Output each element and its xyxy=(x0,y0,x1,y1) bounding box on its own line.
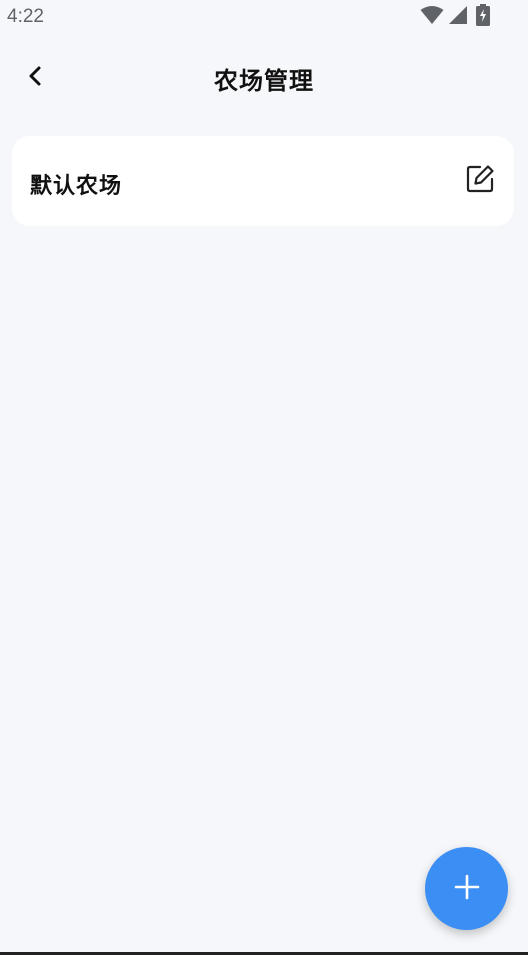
page-title: 农场管理 xyxy=(214,67,314,95)
status-bar: 4:22 xyxy=(0,0,528,34)
wifi-icon xyxy=(420,5,444,29)
status-icons xyxy=(420,4,490,30)
status-time: 4:22 xyxy=(7,6,44,27)
farm-name: 默认农场 xyxy=(30,174,123,199)
app-bar: 农场管理 xyxy=(0,42,528,114)
edit-icon xyxy=(465,164,495,198)
add-farm-button[interactable] xyxy=(425,847,508,930)
battery-charging-icon xyxy=(476,4,490,30)
cellular-signal-icon xyxy=(448,5,468,29)
farm-list-item[interactable]: 默认农场 xyxy=(12,136,514,226)
edit-farm-button[interactable] xyxy=(462,163,498,199)
plus-icon xyxy=(454,874,480,904)
